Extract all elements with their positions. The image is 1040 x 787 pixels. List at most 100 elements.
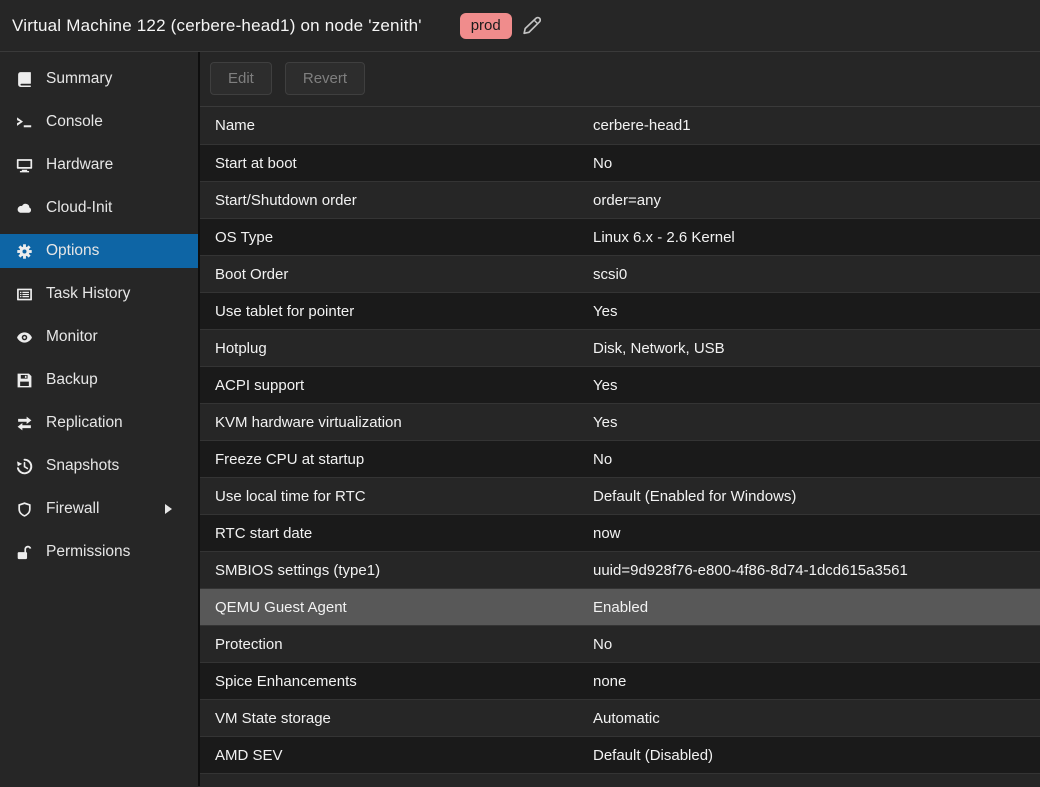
row-label: Start/Shutdown order [200, 192, 593, 209]
row-value: Yes [593, 414, 617, 431]
sidebar-item-permissions[interactable]: Permissions [0, 535, 198, 569]
row-label: Use local time for RTC [200, 488, 593, 505]
sidebar-item-options[interactable]: Options [0, 234, 198, 268]
unlock-icon [13, 543, 35, 561]
sidebar-item-monitor[interactable]: Monitor [0, 320, 198, 354]
sidebar-item-cloud-init[interactable]: Cloud-Init [0, 191, 198, 225]
row-value: order=any [593, 192, 661, 209]
edit-button[interactable]: Edit [210, 62, 272, 95]
sidebar-item-snapshots[interactable]: Snapshots [0, 449, 198, 483]
sidebar-item-console[interactable]: Console [0, 105, 198, 139]
sidebar-item-label: Snapshots [46, 457, 119, 475]
row-value: No [593, 636, 612, 653]
table-row-start-at-boot[interactable]: Start at boot No [200, 144, 1040, 181]
table-row-protection[interactable]: Protection No [200, 625, 1040, 662]
row-label: ACPI support [200, 377, 593, 394]
row-label: RTC start date [200, 525, 593, 542]
vm-layout: Summary Console Hardware Cloud-Init [0, 52, 1040, 786]
sidebar-item-label: Monitor [46, 328, 98, 346]
row-value: Default (Disabled) [593, 747, 713, 764]
row-value: uuid=9d928f76-e800-4f86-8d74-1dcd615a356… [593, 562, 908, 579]
table-row-startshutdown-order[interactable]: Start/Shutdown order order=any [200, 181, 1040, 218]
row-label: Freeze CPU at startup [200, 451, 593, 468]
row-value: Yes [593, 303, 617, 320]
row-value: now [593, 525, 621, 542]
shield-icon [13, 500, 35, 518]
row-value: No [593, 451, 612, 468]
row-value: cerbere-head1 [593, 117, 691, 134]
sidebar-item-task-history[interactable]: Task History [0, 277, 198, 311]
sidebar-item-label: Hardware [46, 156, 113, 174]
table-row-acpi[interactable]: ACPI support Yes [200, 366, 1040, 403]
pencil-icon [522, 16, 541, 35]
sidebar-item-label: Summary [46, 70, 112, 88]
sidebar-item-label: Cloud-Init [46, 199, 112, 217]
table-row-qemu-guest-agent[interactable]: QEMU Guest Agent Enabled [200, 588, 1040, 625]
options-toolbar: Edit Revert [200, 52, 1040, 107]
table-row-amd-sev[interactable]: AMD SEV Default (Disabled) [200, 736, 1040, 773]
table-row-hotplug[interactable]: Hotplug Disk, Network, USB [200, 329, 1040, 366]
table-row-kvm[interactable]: KVM hardware virtualization Yes [200, 403, 1040, 440]
sidebar-item-label: Replication [46, 414, 123, 432]
table-row-smbios[interactable]: SMBIOS settings (type1) uuid=9d928f76-e8… [200, 551, 1040, 588]
sidebar-item-label: Backup [46, 371, 98, 389]
table-row-use-tablet[interactable]: Use tablet for pointer Yes [200, 292, 1040, 329]
options-panel: Edit Revert Name cerbere-head1 Start at … [200, 52, 1040, 786]
table-row-localtime-rtc[interactable]: Use local time for RTC Default (Enabled … [200, 477, 1040, 514]
row-label: VM State storage [200, 710, 593, 727]
row-value: Disk, Network, USB [593, 340, 725, 357]
eye-icon [13, 328, 35, 346]
table-row-rtc-start-date[interactable]: RTC start date now [200, 514, 1040, 551]
replication-arrows-icon [13, 414, 35, 432]
revert-button[interactable]: Revert [285, 62, 365, 95]
table-row-boot-order[interactable]: Boot Order scsi0 [200, 255, 1040, 292]
vm-tag-badge: prod [460, 13, 512, 39]
row-label: Hotplug [200, 340, 593, 357]
sidebar-item-label: Task History [46, 285, 130, 303]
row-label: Boot Order [200, 266, 593, 283]
row-label: QEMU Guest Agent [200, 599, 593, 616]
table-row-vm-state-storage[interactable]: VM State storage Automatic [200, 699, 1040, 736]
sidebar-item-hardware[interactable]: Hardware [0, 148, 198, 182]
options-grid: Name cerbere-head1 Start at boot No Star… [200, 107, 1040, 773]
terminal-icon [13, 113, 35, 131]
gear-icon [13, 242, 35, 260]
row-label: AMD SEV [200, 747, 593, 764]
list-icon [13, 285, 35, 303]
edit-tags-button[interactable] [522, 16, 541, 35]
row-label: OS Type [200, 229, 593, 246]
history-icon [13, 457, 35, 475]
vm-header: Virtual Machine 122 (cerbere-head1) on n… [0, 0, 1040, 52]
row-label: KVM hardware virtualization [200, 414, 593, 431]
sidebar-item-backup[interactable]: Backup [0, 363, 198, 397]
sidebar-item-label: Console [46, 113, 103, 131]
sidebar-item-label: Options [46, 242, 99, 260]
row-value: Enabled [593, 599, 648, 616]
row-value: Yes [593, 377, 617, 394]
sidebar-item-replication[interactable]: Replication [0, 406, 198, 440]
page-title: Virtual Machine 122 (cerbere-head1) on n… [12, 16, 422, 36]
row-value: scsi0 [593, 266, 627, 283]
row-label: Use tablet for pointer [200, 303, 593, 320]
floppy-icon [13, 371, 35, 389]
grid-footer [200, 773, 1040, 786]
vm-sidebar: Summary Console Hardware Cloud-Init [0, 52, 200, 786]
row-value: Linux 6.x - 2.6 Kernel [593, 229, 735, 246]
row-label: Name [200, 117, 593, 134]
book-icon [13, 70, 35, 88]
sidebar-item-label: Permissions [46, 543, 130, 561]
chevron-right-icon [165, 504, 172, 514]
row-value: Automatic [593, 710, 660, 727]
cloud-icon [13, 199, 35, 217]
table-row-os-type[interactable]: OS Type Linux 6.x - 2.6 Kernel [200, 218, 1040, 255]
monitor-icon [13, 156, 35, 174]
row-value: Default (Enabled for Windows) [593, 488, 796, 505]
sidebar-item-firewall[interactable]: Firewall [0, 492, 198, 526]
table-row-freeze-cpu[interactable]: Freeze CPU at startup No [200, 440, 1040, 477]
row-label: Spice Enhancements [200, 673, 593, 690]
table-row-name[interactable]: Name cerbere-head1 [200, 107, 1040, 144]
row-label: Protection [200, 636, 593, 653]
sidebar-item-summary[interactable]: Summary [0, 62, 198, 96]
row-label: Start at boot [200, 155, 593, 172]
table-row-spice[interactable]: Spice Enhancements none [200, 662, 1040, 699]
